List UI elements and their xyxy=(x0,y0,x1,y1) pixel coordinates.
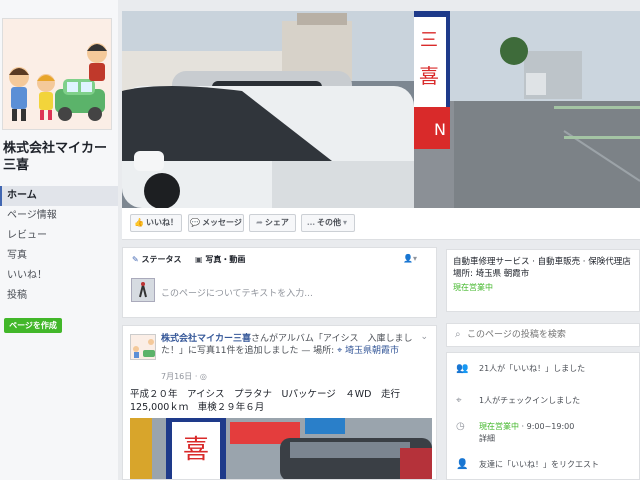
page-action-bar: 👍 いいね！ 💬 メッセージ ➦ シェア … その他 ▾ xyxy=(122,208,640,240)
hours-open-status: 現在営業中 xyxy=(479,422,519,431)
svg-text:N: N xyxy=(434,120,446,139)
audience-selector[interactable]: 👤▾ xyxy=(403,254,417,263)
about-card: 自動車修理サービス · 自動車販売 · 保険代理店 場所: 埼玉県 朝霞市 現在… xyxy=(446,249,640,312)
thumbs-up-icon: 👍 xyxy=(134,218,144,227)
checkins-stat-text: 1人がチェックインしました xyxy=(479,396,581,405)
message-icon: 💬 xyxy=(190,218,201,227)
nav-item-reviews[interactable]: レビュー xyxy=(0,226,118,246)
ellipsis-icon: … xyxy=(306,218,315,227)
avatar xyxy=(131,278,155,302)
svg-text:三: 三 xyxy=(420,30,438,51)
share-icon: ➦ xyxy=(256,218,263,227)
post-avatar[interactable] xyxy=(130,334,156,360)
nav-item-photos[interactable]: 写真 xyxy=(0,246,118,266)
chevron-down-icon: ▾ xyxy=(412,254,417,263)
hours-stat-text: 現在営業中 · 9:00~19:00 詳細 xyxy=(479,421,639,445)
post-author-link[interactable]: 株式会社マイカー三喜 xyxy=(161,334,251,344)
create-page-button[interactable]: ページを作成 xyxy=(4,318,62,333)
feed-post: 株式会社マイカー三喜さんがアルバム「アイシス 入庫しました！」に写真11件を追加… xyxy=(122,325,437,480)
page-stats-card: 👥 21人が「いいね！」しました ⌖ 1人がチェックインしました ◷ 現在営業中… xyxy=(446,352,640,480)
cover-photo-right[interactable]: 三 喜 N xyxy=(414,11,640,208)
page-post-search: ⌕ xyxy=(446,323,640,347)
hours-details-link[interactable]: 詳細 xyxy=(479,434,495,443)
hours-range: · 9:00~19:00 xyxy=(521,422,575,431)
post-photo[interactable]: 喜 xyxy=(130,418,432,479)
add-friend-icon: 👤 xyxy=(456,459,469,470)
business-location[interactable]: 場所: 埼玉県 朝霞市 xyxy=(453,268,633,280)
status-tab-label: ステータス xyxy=(141,255,182,264)
photo-tab-label: 写真・動画 xyxy=(205,255,246,264)
nav-item-about[interactable]: ページ情報 xyxy=(0,206,118,226)
composer-input[interactable]: このページについてテキストを入力... xyxy=(161,286,313,299)
cover-photo[interactable] xyxy=(122,11,414,208)
nav-item-home[interactable]: ホーム xyxy=(0,186,118,206)
tab-photo-video[interactable]: ▣ 写真・動画 xyxy=(195,254,245,265)
search-icon: ⌕ xyxy=(455,329,461,340)
location-pin-icon: ⌖ xyxy=(456,395,462,406)
search-input[interactable] xyxy=(467,326,637,344)
post-body: 平成２０年 アイシス プラタナ Uパッケージ ４WD 走行125,000ｋｍ 車… xyxy=(130,389,400,413)
nav-item-likes[interactable]: いいね！ xyxy=(0,266,118,286)
page-title[interactable]: 株式会社マイカー三喜 xyxy=(3,140,115,174)
message-label: メッセージ xyxy=(202,218,242,227)
person-icon: 👤 xyxy=(403,254,413,263)
camera-icon: ▣ xyxy=(195,255,203,264)
business-categories[interactable]: 自動車修理サービス · 自動車販売 · 保険代理店 xyxy=(453,256,633,268)
post-location-link[interactable]: 埼玉県朝霞市 xyxy=(345,346,399,356)
nav-item-posts[interactable]: 投稿 xyxy=(0,286,118,306)
pencil-icon: ✎ xyxy=(132,255,139,264)
share-label: シェア xyxy=(264,218,289,227)
svg-text:喜: 喜 xyxy=(183,435,209,465)
message-button[interactable]: 💬 メッセージ xyxy=(188,214,244,232)
invite-friends-text: 友達に「いいね！」をリクエスト xyxy=(479,460,599,469)
more-button[interactable]: … その他 ▾ xyxy=(301,214,355,232)
chevron-down-icon: ▾ xyxy=(342,218,347,227)
globe-icon: ◎ xyxy=(199,372,207,381)
more-label: その他 xyxy=(316,218,341,227)
svg-text:喜: 喜 xyxy=(419,64,439,88)
post-timestamp[interactable]: 7月16日 · ◎ xyxy=(161,371,207,382)
share-button[interactable]: ➦ シェア xyxy=(249,214,296,232)
people-icon: 👥 xyxy=(456,363,469,374)
likes-stat-text: 21人が「いいね！」しました xyxy=(479,364,586,373)
location-pin-icon: ⌖ xyxy=(337,346,343,356)
like-label: いいね！ xyxy=(145,218,178,227)
post-header: 株式会社マイカー三喜さんがアルバム「アイシス 入庫しました！」に写真11件を追加… xyxy=(161,333,426,357)
left-sidebar: 株式会社マイカー三喜 ホーム ページ情報 レビュー 写真 いいね！ 投稿 ページ… xyxy=(0,0,118,480)
post-menu-chevron-icon[interactable]: ⌄ xyxy=(420,332,428,342)
clock-icon: ◷ xyxy=(456,421,465,432)
tab-status[interactable]: ✎ ステータス xyxy=(132,254,182,265)
post-date-text: 7月16日 xyxy=(161,372,193,381)
like-button[interactable]: 👍 いいね！ xyxy=(130,214,182,232)
profile-picture[interactable] xyxy=(2,18,112,130)
open-now-status: 現在営業中 xyxy=(453,283,493,292)
post-composer: ✎ ステータス ▣ 写真・動画 👤▾ このページについてテキストを入力... xyxy=(122,247,437,318)
